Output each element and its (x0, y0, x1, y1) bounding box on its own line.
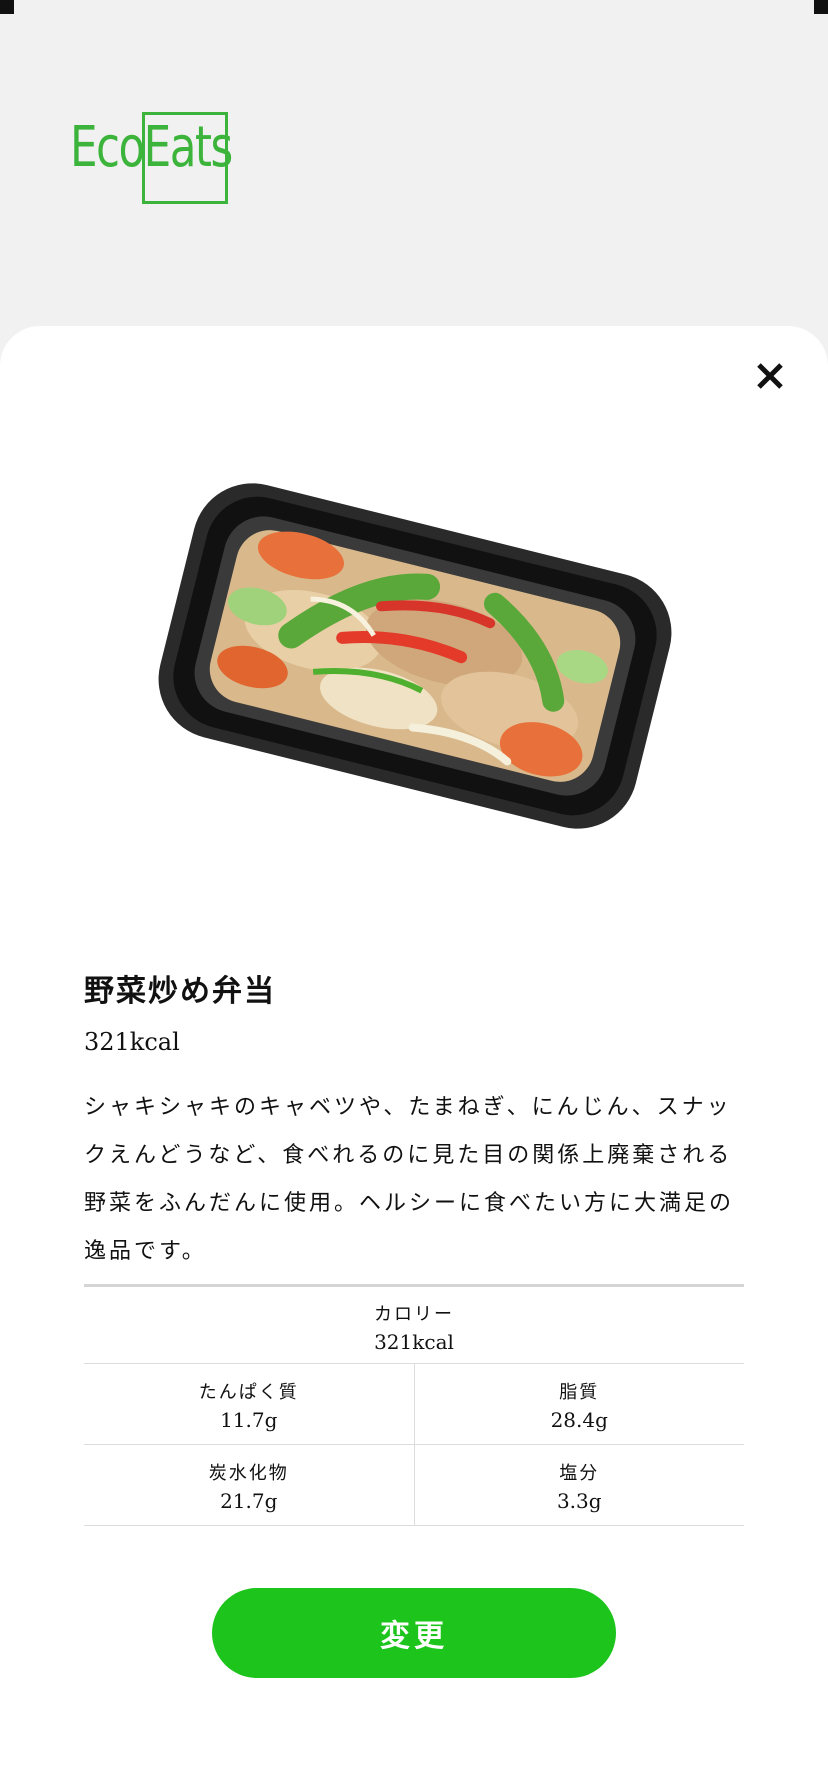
change-button[interactable]: 変更 (212, 1588, 616, 1678)
nutrition-cell-carbs: 炭水化物 21.7g (84, 1445, 414, 1525)
nutrition-cell-protein: たんぱく質 11.7g (84, 1364, 414, 1444)
product-calories: 321kcal (84, 1028, 180, 1056)
corner-mark (0, 0, 14, 14)
product-image (158, 483, 672, 829)
close-icon (757, 363, 783, 389)
logo-text: EcoEats (70, 115, 233, 180)
nutrition-cell-calorie: カロリー 321kcal (84, 1287, 744, 1363)
nutrition-cell-fat: 脂質 28.4g (413, 1364, 745, 1444)
product-detail-sheet: 野菜炒め弁当 321kcal シャキシャキのキャベツや、たまねぎ、にんじん、スナ… (0, 326, 828, 1792)
brand-logo: EcoEats (70, 112, 240, 208)
product-description: シャキシャキのキャベツや、たまねぎ、にんじん、スナックえんどうなど、食べれるのに… (84, 1095, 735, 1264)
nutrition-value: 3.3g (556, 1489, 602, 1513)
nutrition-value: 11.7g (220, 1408, 278, 1432)
nutrition-label: たんぱく質 (198, 1382, 299, 1403)
nutrition-label: カロリー (374, 1304, 454, 1325)
nutrition-label: 塩分 (559, 1463, 600, 1484)
nutrition-row: 炭水化物 21.7g 塩分 3.3g (84, 1445, 744, 1526)
corner-mark (814, 0, 828, 14)
close-button[interactable] (742, 348, 798, 404)
nutrition-label: 脂質 (559, 1382, 600, 1403)
nutrition-cell-salt: 塩分 3.3g (413, 1445, 745, 1525)
nutrition-label: 炭水化物 (208, 1463, 289, 1484)
nutrition-value: 321kcal (374, 1330, 454, 1354)
product-title: 野菜炒め弁当 (84, 974, 276, 1009)
nutrition-table: カロリー 321kcal たんぱく質 11.7g 脂質 28.4g 炭水化物 2… (84, 1284, 744, 1526)
nutrition-value: 21.7g (220, 1489, 278, 1513)
nutrition-row: カロリー 321kcal (84, 1287, 744, 1364)
nutrition-value: 28.4g (550, 1408, 608, 1432)
nutrition-row: たんぱく質 11.7g 脂質 28.4g (84, 1364, 744, 1445)
